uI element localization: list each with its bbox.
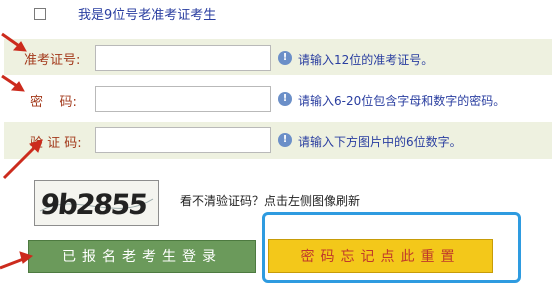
annotation-arrows xyxy=(0,32,43,270)
arrow-head xyxy=(19,251,34,264)
